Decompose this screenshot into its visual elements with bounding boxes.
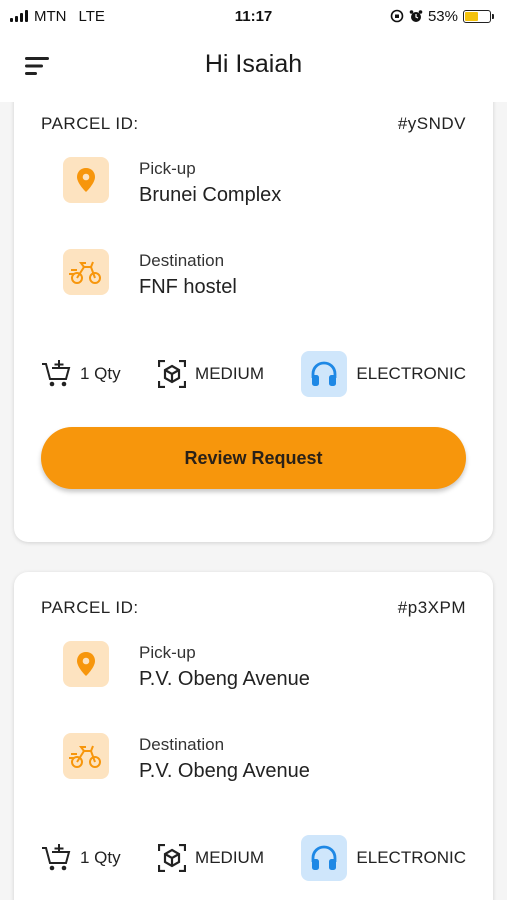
category-value: ELECTRONIC [356, 848, 466, 867]
network-type: LTE [78, 7, 105, 25]
parcel-id-row: PARCEL ID: #p3XPM [41, 598, 466, 618]
destination-text: Destination FNF hostel [139, 251, 237, 299]
category-icon-box [301, 351, 348, 397]
pickup-label: Pick-up [139, 643, 196, 662]
status-bar: MTN LTE 11:17 53% [0, 0, 507, 32]
parcel-id-value: #p3XPM [397, 598, 466, 617]
pickup-value: P.V. Obeng Avenue [139, 668, 310, 690]
battery-icon [463, 9, 494, 23]
pickup-value: Brunei Complex [139, 184, 282, 206]
category-item: ELECTRONIC [301, 351, 466, 397]
pickup-icon-box [63, 157, 109, 203]
alarm-icon [409, 10, 423, 22]
size-value: MEDIUM [195, 364, 264, 383]
parcel-meta-row: 1 Qty MEDIUM ELECTRONIC [41, 835, 466, 881]
pickup-text: Pick-up P.V. Obeng Avenue [139, 643, 310, 691]
size-item: MEDIUM [158, 844, 264, 872]
app-bar: Hi Isaiah [0, 32, 507, 102]
battery-level [465, 11, 478, 21]
parcel-id-value: #ySNDV [397, 114, 466, 133]
destination-text: Destination P.V. Obeng Avenue [139, 735, 310, 783]
headphones-icon [312, 845, 337, 870]
location-pin-icon [77, 168, 95, 192]
quantity-item: 1 Qty [41, 844, 121, 872]
parcel-meta-row: 1 Qty MEDIUM ELECTRONIC [41, 351, 466, 397]
pickup-label: Pick-up [139, 159, 196, 178]
parcel-id-label: PARCEL ID: [41, 114, 139, 133]
headphones-icon [312, 361, 337, 386]
quantity-item: 1 Qty [41, 360, 121, 388]
delivery-bike-icon [69, 261, 101, 284]
quantity-value: 1 Qty [80, 364, 121, 383]
category-icon-box [301, 835, 348, 881]
delivery-bike-icon [69, 745, 101, 768]
parcel-card[interactable]: PARCEL ID: #ySNDV Pick-up Brunei Complex [14, 102, 493, 542]
parcel-list[interactable]: PARCEL ID: #ySNDV Pick-up Brunei Complex [0, 102, 507, 900]
orientation-lock-icon [390, 9, 404, 23]
add-cart-icon [42, 360, 71, 387]
category-value: ELECTRONIC [356, 364, 466, 383]
location-pin-icon [77, 652, 95, 676]
carrier-name: MTN [34, 7, 67, 25]
page-title: Hi Isaiah [204, 50, 303, 78]
destination-icon-box [63, 249, 109, 295]
pickup-row: Pick-up P.V. Obeng Avenue [63, 641, 310, 691]
size-item: MEDIUM [158, 360, 264, 388]
status-left: MTN LTE [10, 8, 105, 25]
sort-menu-icon [25, 57, 49, 75]
package-size-icon [158, 360, 187, 388]
quantity-value: 1 Qty [80, 848, 121, 867]
destination-label: Destination [139, 735, 225, 754]
parcel-id-row: PARCEL ID: #ySNDV [41, 114, 466, 134]
signal-icon [10, 10, 28, 22]
pickup-icon-box [63, 641, 109, 687]
screen: MTN LTE 11:17 53% Hi Isaiah PARCEL ID: #… [0, 0, 507, 900]
destination-row: Destination FNF hostel [63, 249, 237, 299]
destination-label: Destination [139, 251, 225, 270]
size-value: MEDIUM [195, 848, 264, 867]
pickup-row: Pick-up Brunei Complex [63, 157, 281, 207]
category-item: ELECTRONIC [301, 835, 466, 881]
destination-value: P.V. Obeng Avenue [139, 760, 310, 782]
review-request-button[interactable]: Review Request [41, 427, 466, 489]
parcel-card[interactable]: PARCEL ID: #p3XPM Pick-up P.V. Obeng Ave… [14, 572, 493, 900]
parcel-id-label: PARCEL ID: [41, 598, 139, 617]
destination-icon-box [63, 733, 109, 779]
pickup-text: Pick-up Brunei Complex [139, 159, 281, 207]
destination-value: FNF hostel [139, 276, 237, 298]
destination-row: Destination P.V. Obeng Avenue [63, 733, 310, 783]
status-right: 53% [390, 7, 494, 25]
add-cart-icon [42, 844, 71, 871]
menu-button[interactable] [22, 52, 54, 80]
battery-percent: 53% [427, 7, 458, 25]
package-size-icon [158, 844, 187, 872]
